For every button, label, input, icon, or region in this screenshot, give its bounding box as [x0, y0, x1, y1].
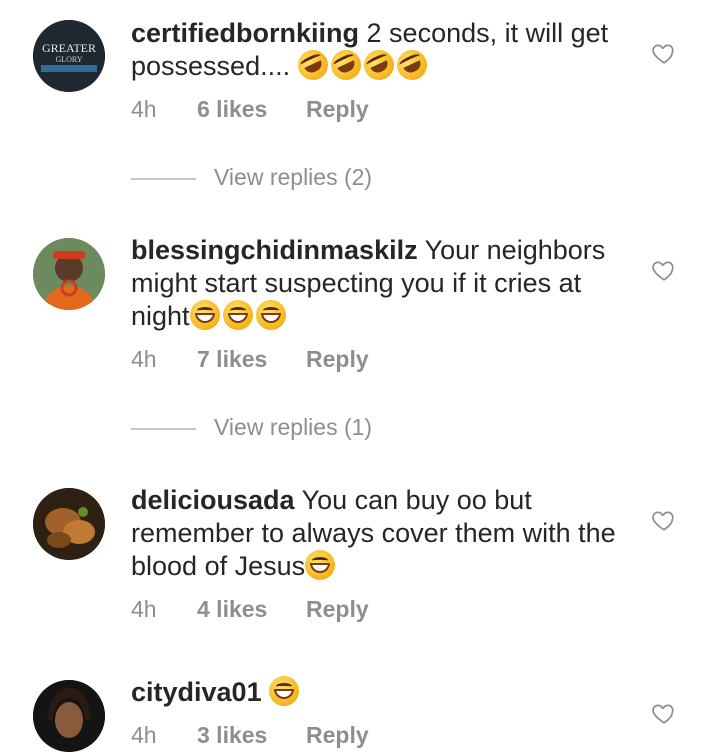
view-replies-button[interactable]: View replies (1)	[131, 414, 531, 444]
rofl-emoji	[325, 45, 366, 85]
grin-emoji	[269, 676, 300, 706]
avatar[interactable]: GREATER GLORY	[33, 20, 105, 92]
reply-button[interactable]: Reply	[306, 596, 369, 623]
svg-text:GLORY: GLORY	[55, 55, 82, 64]
likes-count[interactable]: 4 likes	[197, 596, 267, 623]
greater-glory-logo: GREATER GLORY	[33, 20, 105, 92]
woman-portrait	[33, 680, 105, 752]
likes-count[interactable]: 6 likes	[197, 96, 267, 123]
comment-text: citydiva01	[131, 676, 631, 709]
rofl-emoji	[358, 45, 399, 85]
avatar[interactable]	[33, 238, 105, 310]
likes-count[interactable]: 7 likes	[197, 346, 267, 373]
heart-outline-icon[interactable]	[651, 507, 677, 533]
comment-body	[262, 677, 270, 707]
username[interactable]: deliciousada	[131, 485, 295, 515]
svg-text:GREATER: GREATER	[42, 41, 96, 55]
timestamp: 4h	[131, 596, 157, 622]
reply-button[interactable]: Reply	[306, 346, 369, 373]
heart-outline-icon[interactable]	[651, 700, 677, 726]
timestamp: 4h	[131, 96, 157, 122]
view-replies-label[interactable]: View replies (2)	[214, 164, 372, 191]
rofl-emoji	[292, 45, 333, 85]
comment-text: blessingchidinmaskilz Your neighbors mig…	[131, 234, 631, 333]
grin-emoji	[222, 300, 253, 330]
timestamp: 4h	[131, 346, 157, 372]
grin-emoji	[189, 300, 220, 330]
replies-divider	[131, 428, 196, 430]
view-replies-button[interactable]: View replies (2)	[131, 164, 531, 194]
reply-button[interactable]: Reply	[306, 96, 369, 123]
woman-portrait	[33, 238, 105, 310]
view-replies-label[interactable]: View replies (1)	[214, 414, 372, 441]
username[interactable]: blessingchidinmaskilz	[131, 235, 418, 265]
grin-emoji	[305, 550, 336, 580]
avatar[interactable]	[33, 680, 105, 752]
food-image	[33, 488, 105, 560]
username[interactable]: certifiedbornkiing	[131, 18, 359, 48]
heart-outline-icon[interactable]	[651, 40, 677, 66]
avatar[interactable]	[33, 488, 105, 560]
rofl-emoji	[391, 45, 432, 85]
grin-emoji	[255, 300, 286, 330]
comment-text: deliciousada You can buy oo but remember…	[131, 484, 631, 583]
comment-text: certifiedbornkiing 2 seconds, it will ge…	[131, 17, 631, 85]
replies-divider	[131, 178, 196, 180]
username[interactable]: citydiva01	[131, 677, 262, 707]
heart-outline-icon[interactable]	[651, 257, 677, 283]
